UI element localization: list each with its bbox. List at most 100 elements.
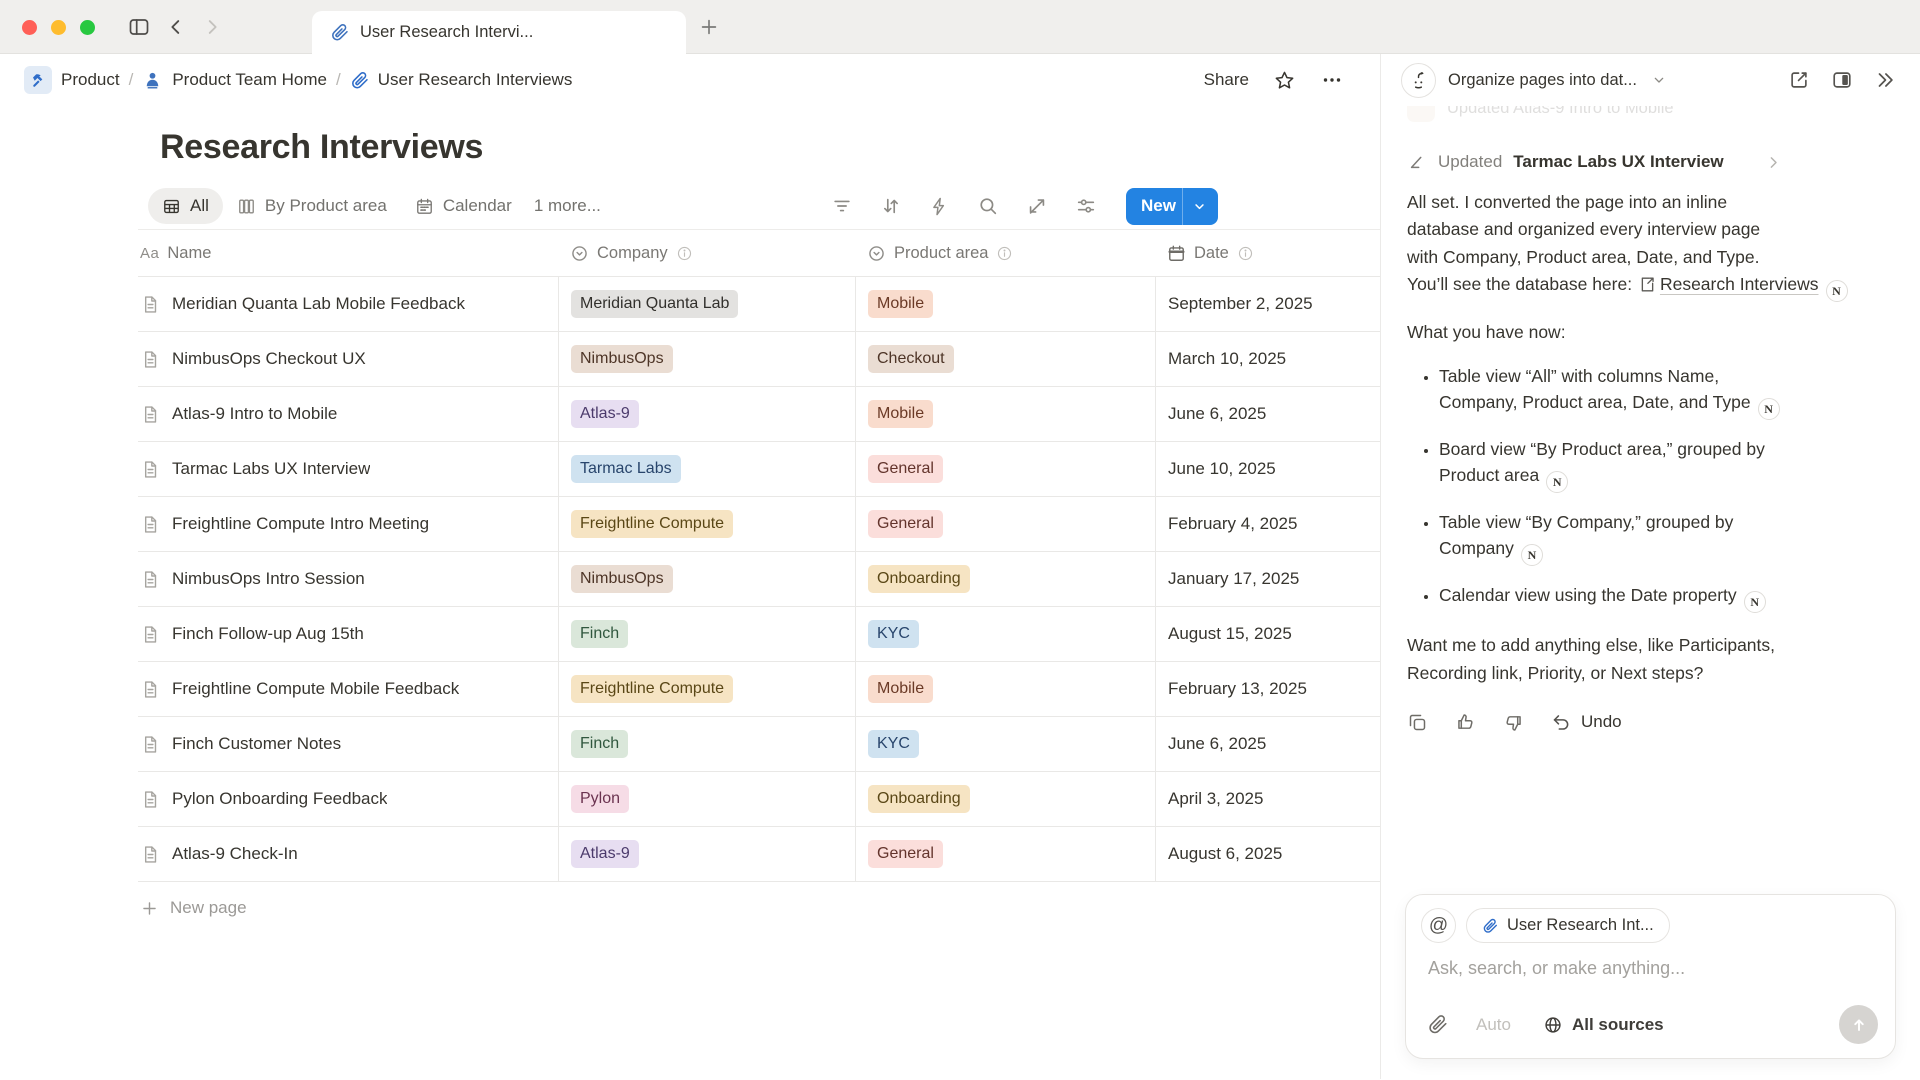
thumbs-down-icon[interactable] xyxy=(1503,712,1524,733)
row-name[interactable]: Atlas-9 Intro to Mobile xyxy=(172,404,337,424)
favorite-star-icon[interactable] xyxy=(1273,69,1296,92)
area-tag[interactable]: Mobile xyxy=(868,400,933,428)
area-tag[interactable]: Mobile xyxy=(868,675,933,703)
row-name[interactable]: Finch Follow-up Aug 15th xyxy=(172,624,364,644)
table-row[interactable]: NimbusOps Intro Session NimbusOps Onboar… xyxy=(138,552,1380,607)
sidebar-toggle-icon[interactable] xyxy=(127,15,151,39)
row-name[interactable]: Atlas-9 Check-In xyxy=(172,844,298,864)
area-tag[interactable]: General xyxy=(868,510,943,538)
compose-icon[interactable] xyxy=(1788,69,1810,91)
attach-paperclip-icon[interactable] xyxy=(1427,1014,1448,1035)
tab-calendar[interactable]: Calendar xyxy=(401,188,526,224)
all-sources-button[interactable]: All sources xyxy=(1543,1015,1664,1035)
row-date[interactable]: September 2, 2025 xyxy=(1168,294,1313,314)
breadcrumb-item-product-team-home[interactable]: Product Team Home xyxy=(142,70,327,91)
info-icon[interactable] xyxy=(676,245,693,262)
undo-button[interactable]: Undo xyxy=(1551,712,1622,733)
company-tag[interactable]: Finch xyxy=(571,730,628,758)
table-row[interactable]: Atlas-9 Intro to Mobile Atlas-9 Mobile J… xyxy=(138,387,1380,442)
area-tag[interactable]: Onboarding xyxy=(868,785,970,813)
column-header-name[interactable]: Aa Name xyxy=(138,230,558,276)
panel-toggle-icon[interactable] xyxy=(1831,69,1853,91)
ai-chat-scroll[interactable]: Updated Atlas-9 Intro to Mobile Updated … xyxy=(1381,106,1920,878)
row-date[interactable]: February 4, 2025 xyxy=(1168,514,1297,534)
context-chip[interactable]: User Research Int... xyxy=(1466,908,1670,943)
send-button[interactable] xyxy=(1839,1005,1878,1044)
row-date[interactable]: March 10, 2025 xyxy=(1168,349,1286,369)
mention-button[interactable]: @ xyxy=(1421,908,1456,943)
company-tag[interactable]: Finch xyxy=(571,620,628,648)
table-row[interactable]: Meridian Quanta Lab Mobile Feedback Meri… xyxy=(138,277,1380,332)
company-tag[interactable]: Atlas-9 xyxy=(571,400,639,428)
back-icon[interactable] xyxy=(165,16,187,38)
area-tag[interactable]: General xyxy=(868,840,943,868)
table-row[interactable]: Freightline Compute Intro Meeting Freigh… xyxy=(138,497,1380,552)
ai-thread-title[interactable]: Organize pages into dat... xyxy=(1448,71,1637,90)
ai-input-card[interactable]: @ User Research Int... Ask, search, or m… xyxy=(1405,894,1896,1059)
company-tag[interactable]: Atlas-9 xyxy=(571,840,639,868)
column-header-date[interactable]: Date xyxy=(1155,230,1379,276)
company-tag[interactable]: Pylon xyxy=(571,785,629,813)
table-row[interactable]: Freightline Compute Mobile Feedback Frei… xyxy=(138,662,1380,717)
zoom-window-button[interactable] xyxy=(80,20,95,35)
new-dropdown-caret[interactable] xyxy=(1182,188,1218,225)
table-row[interactable]: Finch Customer Notes Finch KYC June 6, 2… xyxy=(138,717,1380,772)
row-name[interactable]: NimbusOps Intro Session xyxy=(172,569,365,589)
company-tag[interactable]: Meridian Quanta Lab xyxy=(571,290,738,318)
auto-mode-button[interactable]: Auto xyxy=(1476,1015,1511,1035)
settings-sliders-icon[interactable] xyxy=(1075,195,1097,217)
row-date[interactable]: June 10, 2025 xyxy=(1168,459,1276,479)
company-tag[interactable]: Freightline Compute xyxy=(571,510,733,538)
active-window-tab[interactable]: User Research Intervi... xyxy=(312,11,686,54)
double-chevron-right-icon[interactable] xyxy=(1874,69,1896,91)
company-tag[interactable]: NimbusOps xyxy=(571,565,673,593)
area-tag[interactable]: KYC xyxy=(868,730,919,758)
breadcrumb-item-product[interactable]: Product xyxy=(24,66,120,94)
area-tag[interactable]: Checkout xyxy=(868,345,954,373)
column-header-company[interactable]: Company xyxy=(558,230,855,276)
table-row[interactable]: Finch Follow-up Aug 15th Finch KYC Augus… xyxy=(138,607,1380,662)
area-tag[interactable]: Mobile xyxy=(868,290,933,318)
chat-input[interactable]: Ask, search, or make anything... xyxy=(1428,958,1880,979)
table-row[interactable]: Atlas-9 Check-In Atlas-9 General August … xyxy=(138,827,1380,882)
row-date[interactable]: August 6, 2025 xyxy=(1168,844,1282,864)
company-tag[interactable]: NimbusOps xyxy=(571,345,673,373)
row-date[interactable]: August 15, 2025 xyxy=(1168,624,1292,644)
row-name[interactable]: Freightline Compute Mobile Feedback xyxy=(172,679,459,699)
row-date[interactable]: January 17, 2025 xyxy=(1168,569,1299,589)
automation-lightning-icon[interactable] xyxy=(929,196,950,217)
more-views-button[interactable]: 1 more... xyxy=(534,196,601,216)
area-tag[interactable]: General xyxy=(868,455,943,483)
company-tag[interactable]: Freightline Compute xyxy=(571,675,733,703)
row-name[interactable]: Pylon Onboarding Feedback xyxy=(172,789,387,809)
sort-icon[interactable] xyxy=(880,195,902,217)
table-row[interactable]: Pylon Onboarding Feedback Pylon Onboardi… xyxy=(138,772,1380,827)
row-name[interactable]: NimbusOps Checkout UX xyxy=(172,349,366,369)
breadcrumb-item-user-research-interviews[interactable]: User Research Interviews xyxy=(350,70,573,90)
inline-page-link[interactable]: Research InterviewsN xyxy=(1637,274,1848,294)
row-name[interactable]: Meridian Quanta Lab Mobile Feedback xyxy=(172,294,465,314)
tab-by-product-area[interactable]: By Product area xyxy=(223,188,401,224)
info-icon[interactable] xyxy=(1237,245,1254,262)
table-row[interactable]: NimbusOps Checkout UX NimbusOps Checkout… xyxy=(138,332,1380,387)
close-window-button[interactable] xyxy=(22,20,37,35)
new-button[interactable]: New xyxy=(1126,188,1218,225)
forward-icon[interactable] xyxy=(201,16,223,38)
chevron-down-icon[interactable] xyxy=(1651,72,1667,88)
area-tag[interactable]: Onboarding xyxy=(868,565,970,593)
row-name[interactable]: Freightline Compute Intro Meeting xyxy=(172,514,429,534)
info-icon[interactable] xyxy=(996,245,1013,262)
column-header-product-area[interactable]: Product area xyxy=(855,230,1155,276)
row-date[interactable]: February 13, 2025 xyxy=(1168,679,1307,699)
row-date[interactable]: June 6, 2025 xyxy=(1168,404,1266,424)
ai-update-card[interactable]: Updated Tarmac Labs UX Interview xyxy=(1407,152,1890,172)
expand-icon[interactable] xyxy=(1026,195,1048,217)
thumbs-up-icon[interactable] xyxy=(1455,712,1476,733)
row-name[interactable]: Tarmac Labs UX Interview xyxy=(172,459,370,479)
new-tab-button[interactable] xyxy=(698,0,720,54)
share-button[interactable]: Share xyxy=(1204,70,1249,90)
company-tag[interactable]: Tarmac Labs xyxy=(571,455,681,483)
filter-icon[interactable] xyxy=(831,195,853,217)
search-icon[interactable] xyxy=(977,195,999,217)
tab-all[interactable]: All xyxy=(148,188,223,224)
